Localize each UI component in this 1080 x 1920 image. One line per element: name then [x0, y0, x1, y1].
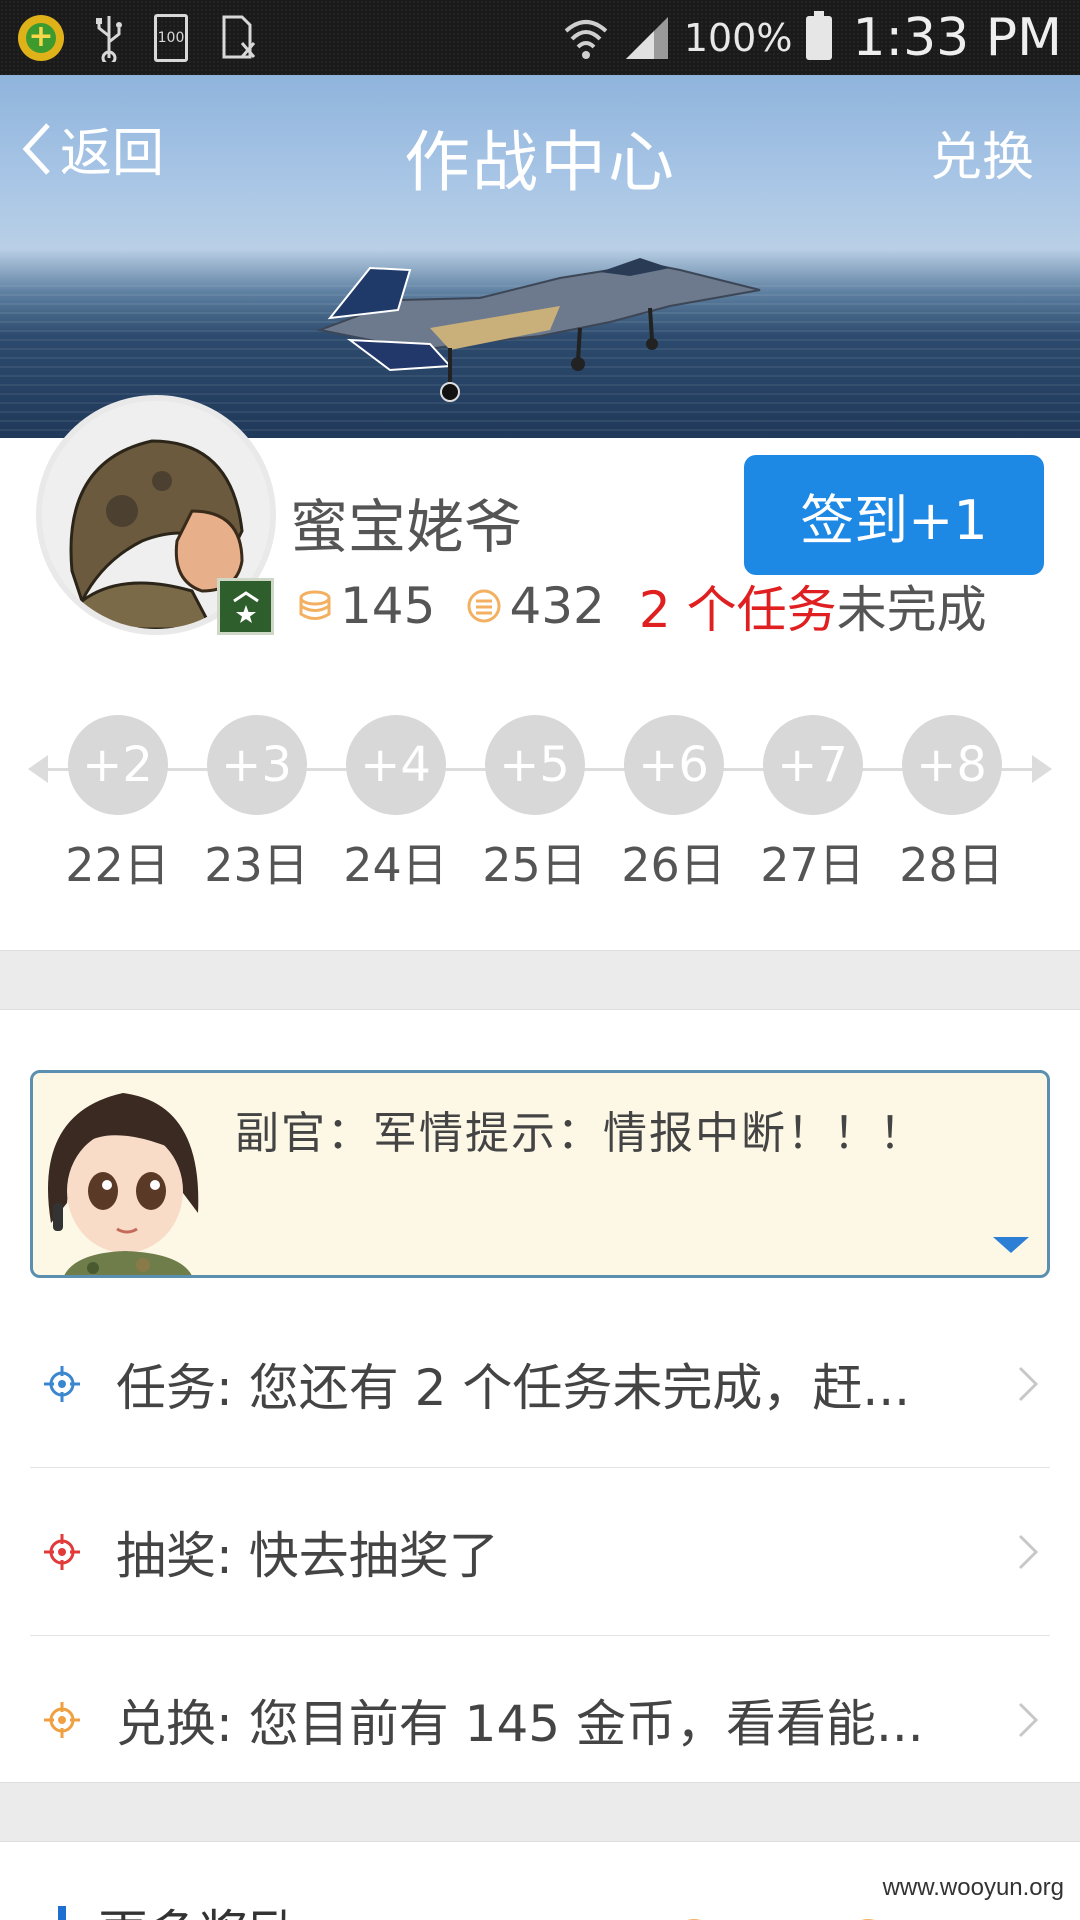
signal-icon [624, 15, 670, 61]
checkin-day: +7 27日 [743, 715, 882, 895]
notice-text: 副官：军情提示：情报中断！！！ [235, 1108, 925, 1159]
wifi-icon [562, 15, 610, 61]
app-notification-icon [18, 14, 64, 61]
expand-caret-icon[interactable] [993, 1237, 1029, 1253]
day-date: 25日 [482, 838, 587, 892]
fighter-jet-image [316, 258, 761, 402]
chevron-right-icon [1018, 1534, 1039, 1569]
task-list: 任务: 您还有 2 个任务未完成，赶... 抽奖: 快去抽奖了兑换: 您目前有 1… [30, 1300, 1050, 1804]
list-item-tasks[interactable]: 任务: 您还有 2 个任务未完成，赶... [30, 1300, 1050, 1468]
adjutant-notice[interactable]: 副官：军情提示：情报中断！！！ [30, 1070, 1050, 1278]
checkin-button[interactable]: 签到+1 [744, 455, 1044, 575]
checkin-day: +4 24日 [326, 715, 465, 895]
target-icon [44, 1365, 80, 1402]
target-icon [44, 1702, 80, 1738]
clock: 1:33 PM [852, 7, 1062, 68]
day-bonus: +6 [623, 715, 724, 815]
no-sim-icon [218, 13, 258, 63]
list-item-lottery[interactable]: 抽奖: 快去抽奖了 [30, 1468, 1050, 1636]
battery-percent: 100% [683, 15, 793, 60]
day-bonus: +3 [206, 715, 307, 815]
day-bonus: +4 [345, 715, 446, 815]
legend-points: 积分 [896, 1910, 980, 1920]
tasks-status: 未完成 [836, 581, 987, 639]
day-bonus: +5 [484, 715, 585, 815]
username: 蜜宝姥爷 [290, 493, 523, 561]
adjutant-avatar-image [48, 1093, 199, 1275]
section-divider [0, 1782, 1080, 1842]
section-divider [0, 950, 1080, 1010]
rank-badge [217, 578, 274, 635]
list-item-label: 抽奖: 快去抽奖了 [116, 1526, 499, 1585]
day-bonus: +2 [67, 715, 168, 815]
checkin-days: +2 22日 +3 23日 +4 24日 +5 25日 +6 26日 +7 27日 +8 28日 [48, 715, 1021, 895]
section-marker [58, 1906, 66, 1920]
status-bar: 100 100% 1:33 PM [0, 0, 1080, 75]
day-date: 23日 [204, 838, 309, 892]
chevron-right-icon [1018, 1702, 1039, 1738]
day-date: 26日 [621, 838, 726, 892]
day-bonus: +8 [901, 715, 1002, 815]
page-title: 作战中心 [404, 124, 676, 201]
tasks-remaining: 2 个任务 [638, 581, 837, 639]
reward-legend: 金币 积分 [672, 1910, 980, 1920]
rank-star-icon [232, 590, 259, 623]
header-banner: 返回 作战中心 兑换 [0, 75, 1080, 438]
chevron-right-icon [1018, 1366, 1039, 1401]
user-stats: 145 432 2 个任务 未完成 [296, 570, 987, 642]
exchange-button[interactable]: 兑换 [930, 115, 1034, 190]
gold-coin-icon [299, 590, 331, 620]
checkin-day: +3 23日 [187, 715, 326, 895]
day-date: 24日 [343, 838, 448, 892]
checkin-day: +6 26日 [604, 715, 743, 895]
day-date: 22日 [65, 838, 170, 892]
track-left-arrow-icon[interactable] [28, 755, 48, 783]
checkin-day: +5 25日 [465, 715, 604, 895]
list-item-label: 兑换: 您目前有 145 金币，看看能... [116, 1695, 924, 1753]
list-item-exchange[interactable]: 兑换: 您目前有 145 金币，看看能... [30, 1636, 1050, 1804]
legend-gold: 金币 [722, 1910, 806, 1920]
day-date: 28日 [899, 838, 1004, 892]
gold-count: 145 [340, 577, 436, 635]
day-date: 27日 [760, 838, 865, 892]
section-title: 更多奖励 [98, 1894, 298, 1920]
watermark: www.wooyun.org [878, 1874, 1068, 1902]
list-item-label: 任务: 您还有 2 个任务未完成，赶... [116, 1358, 911, 1417]
track-right-arrow-icon[interactable] [1032, 755, 1052, 783]
checkin-day: +2 22日 [48, 715, 187, 895]
day-bonus: +7 [762, 715, 863, 815]
usb-icon [94, 14, 124, 62]
target-icon [44, 1533, 80, 1570]
points-icon [467, 589, 501, 623]
points-count: 432 [509, 577, 605, 635]
battery-icon [806, 10, 833, 60]
checkin-day: +8 28日 [882, 715, 1021, 895]
battery-level-icon: 100 [154, 13, 188, 62]
